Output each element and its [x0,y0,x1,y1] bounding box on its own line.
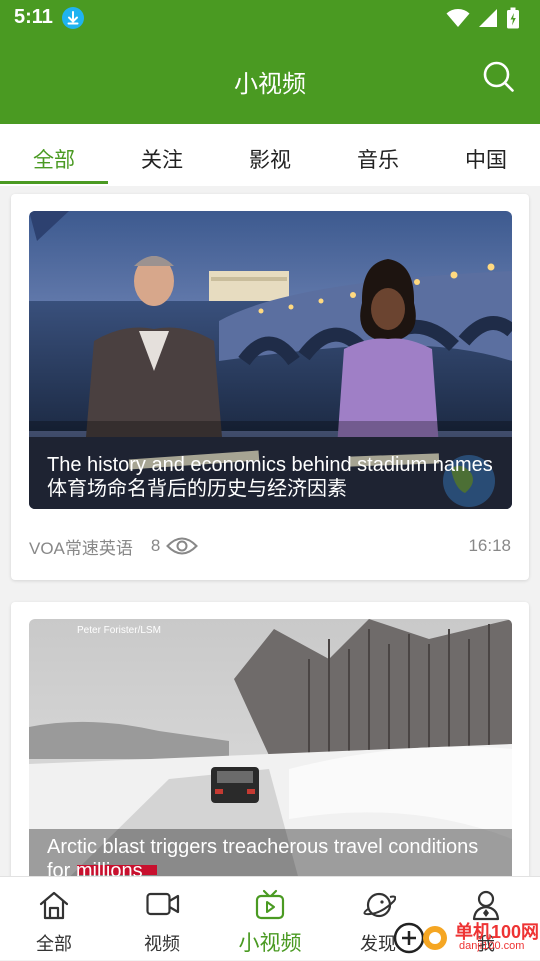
tv-icon [255,889,285,920]
eye-icon [166,537,199,555]
battery-icon [507,7,519,29]
watermark-subtext: danji100.com [459,940,525,952]
nav-video[interactable]: 视频 [108,877,216,961]
tab-follow[interactable]: 关注 [108,124,216,186]
video-card[interactable]: Peter Forister/LSM Arctic blast triggers… [11,602,529,876]
video-feed[interactable]: The history and economics behind stadium… [0,186,540,876]
nav-home[interactable]: 全部 [0,877,108,961]
tab-music[interactable]: 音乐 [324,124,432,186]
video-duration: 16:18 [468,536,511,555]
app-header: 小视频 [0,36,540,124]
nav-label: 小视频 [238,932,302,955]
download-icon [62,7,84,29]
video-meta: VOA常速英语 8 16:18 [29,534,511,558]
video-title-zh: 体育场命名背后的历史与经济因素 [47,478,347,500]
tab-film[interactable]: 影视 [216,124,324,186]
video-title-en: The history and economics behind stadium… [47,454,493,476]
status-bar: 5:11 [0,0,540,36]
video-title-en: Arctic blast triggers treacherous travel… [47,836,479,876]
view-count-value: 8 [150,536,161,555]
search-icon [483,61,514,92]
video-thumbnail[interactable]: The history and economics behind stadium… [29,211,512,509]
site-watermark: 单机100网 danji100.com [393,914,540,960]
video-source: VOA常速英语 [29,538,133,558]
status-time: 5:11 [14,6,53,28]
search-button[interactable] [482,60,516,94]
video-thumbnail[interactable]: Peter Forister/LSM Arctic blast triggers… [29,619,512,876]
planet-icon [363,892,396,918]
tab-china[interactable]: 中国 [432,124,540,186]
video-card[interactable]: The history and economics behind stadium… [11,194,529,580]
home-icon [39,891,69,920]
nav-label: 视频 [144,934,180,954]
image-credit: Peter Forister/LSM [77,625,161,636]
wifi-icon [446,9,470,27]
tab-all[interactable]: 全部 [0,124,108,186]
watermark-logo [393,922,447,954]
nav-short-video[interactable]: 小视频 [216,877,324,961]
signal-icon [479,9,497,27]
page-title: 小视频 [234,71,306,98]
view-count: 8 [150,535,199,557]
nav-label: 全部 [36,934,72,954]
video-camera-icon [146,892,180,916]
category-tabs: 全部 关注 影视 音乐 中国 [0,124,540,186]
